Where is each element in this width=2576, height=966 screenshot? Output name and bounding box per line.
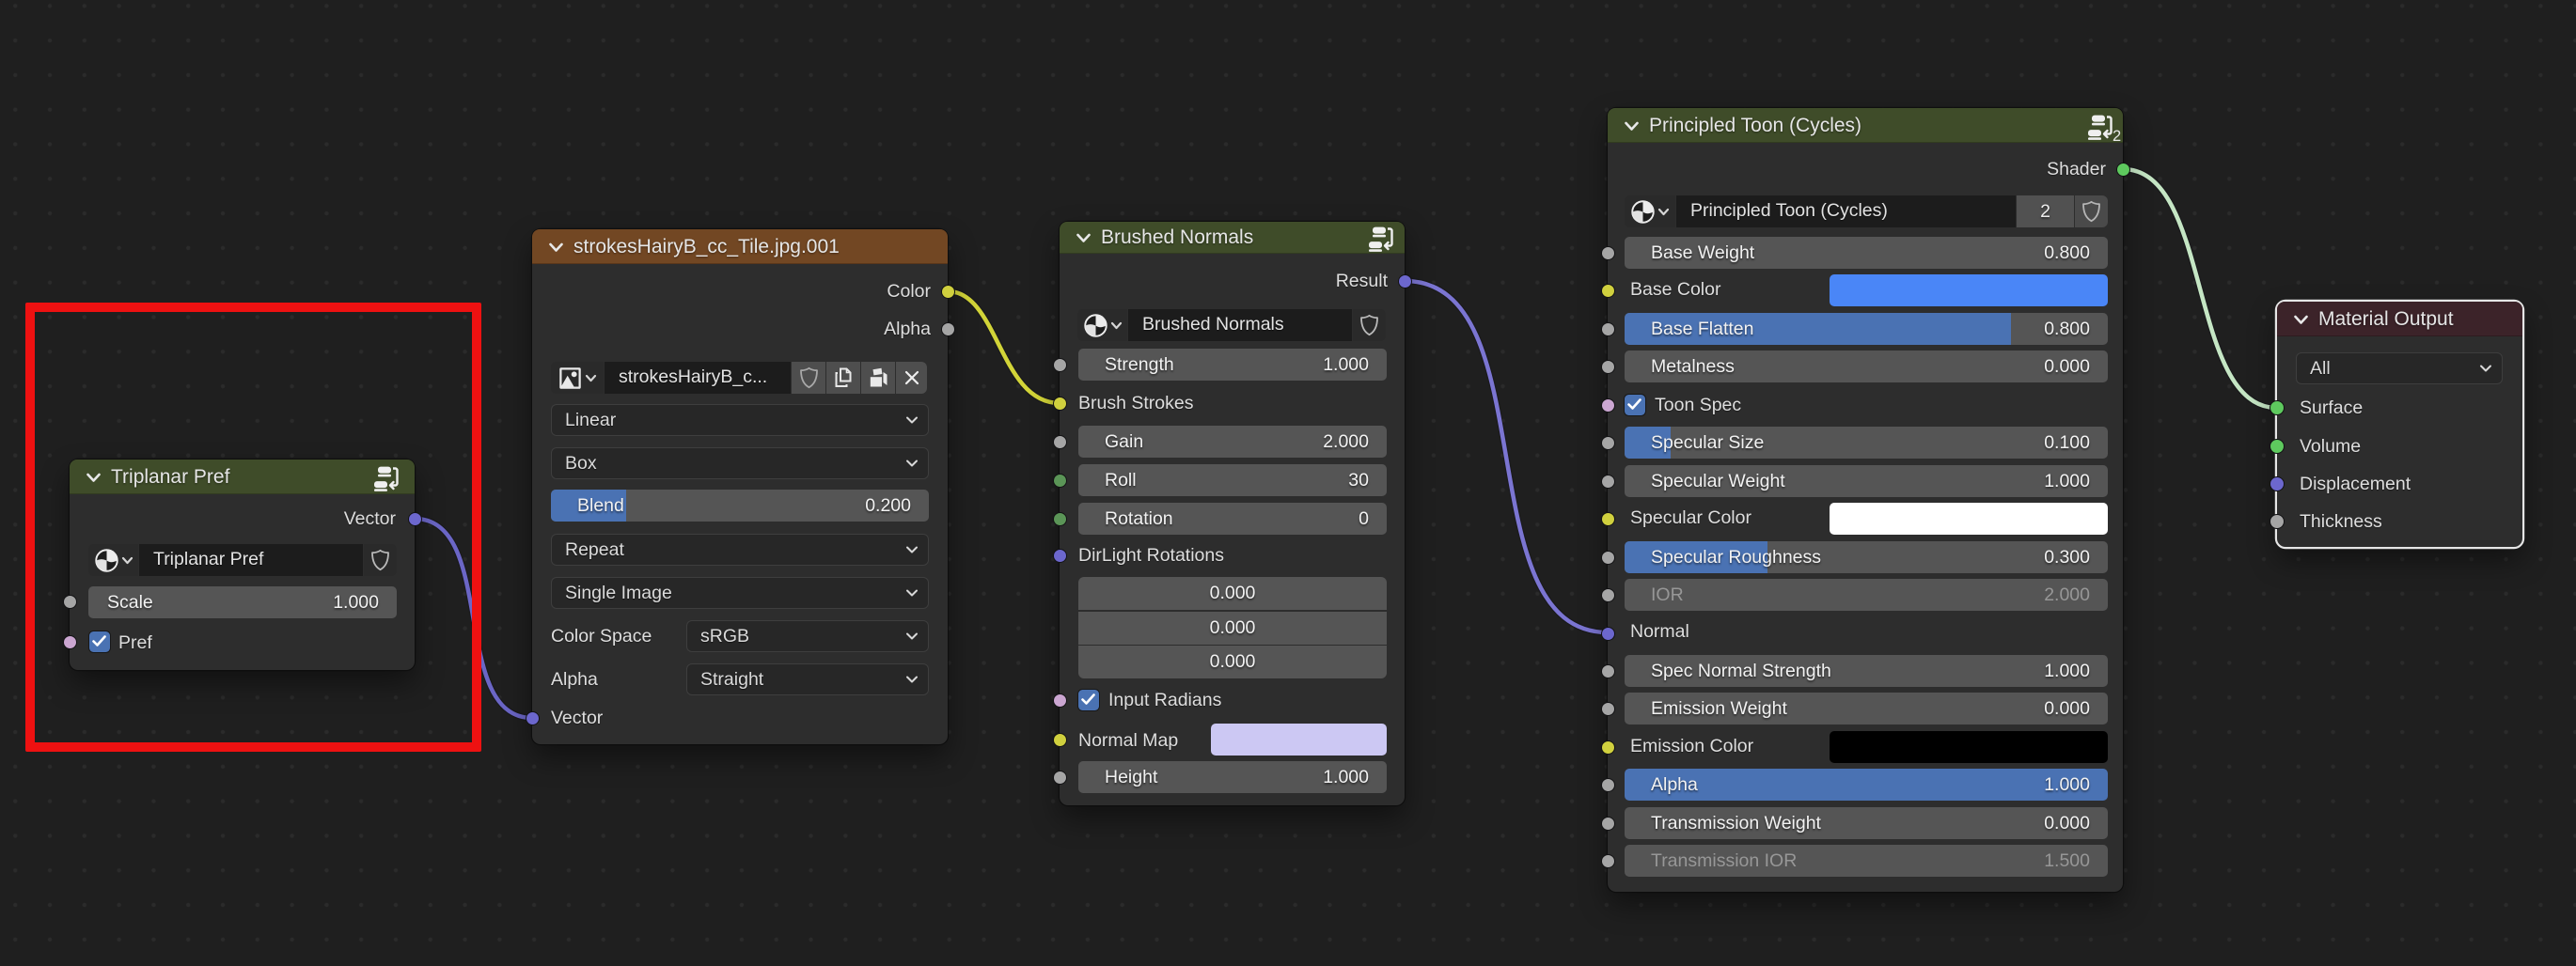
svg-text:2: 2: [2113, 128, 2121, 142]
